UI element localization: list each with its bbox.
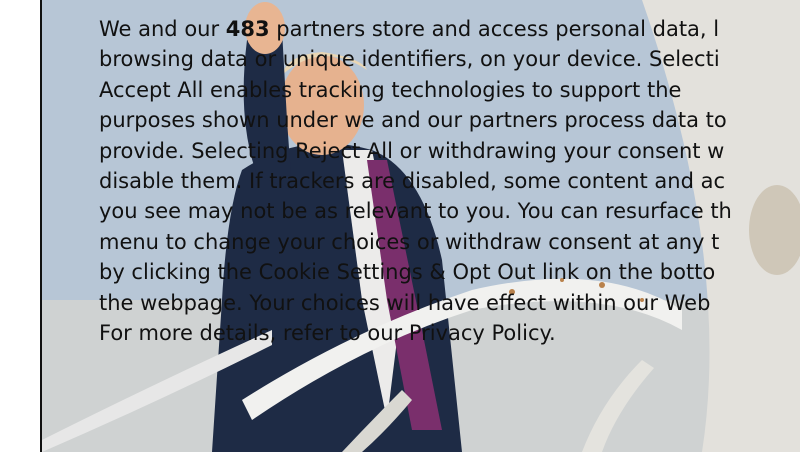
consent-line-2: browsing data or unique identifiers, on … — [99, 47, 720, 72]
consent-line-9-end: link on the botto — [535, 260, 716, 285]
consent-line-11: For more details, refer to our Privacy P… — [99, 318, 800, 348]
consent-line-10: the webpage. Your choices will have effe… — [99, 290, 711, 315]
consent-line-11-start: For more details, refer to our — [99, 321, 409, 346]
cookie-settings-link[interactable]: Cookie Settings & Opt Out — [259, 260, 536, 284]
left-margin — [0, 0, 40, 452]
consent-line-11-end: . — [548, 321, 556, 346]
consent-line-1-start: We and our — [99, 17, 226, 41]
consent-line-9-start: by clicking the — [99, 260, 259, 285]
consent-line: We and our 483 partners store and access… — [99, 14, 800, 44]
consent-screen: We and our 483 partners store and access… — [0, 0, 800, 452]
consent-line-9: by clicking the Cookie Settings & Opt Ou… — [99, 257, 800, 287]
consent-line-1-end: partners store and access personal data,… — [269, 17, 720, 41]
consent-line-6: disable them. If trackers are disabled, … — [99, 169, 726, 194]
consent-line-4: purposes shown under we and our partners… — [99, 108, 727, 133]
privacy-policy-link[interactable]: Privacy Policy — [409, 321, 549, 345]
partner-count: 483 — [225, 17, 270, 41]
consent-message: We and our 483 partners store and access… — [99, 14, 800, 348]
consent-line-8: menu to change your choices or withdraw … — [99, 229, 720, 254]
consent-line-3: Accept All enables tracking technologies… — [99, 77, 682, 102]
consent-line-7: you see may not be as relevant to you. Y… — [99, 199, 732, 224]
consent-line-5: provide. Selecting Reject All or withdra… — [99, 138, 725, 163]
